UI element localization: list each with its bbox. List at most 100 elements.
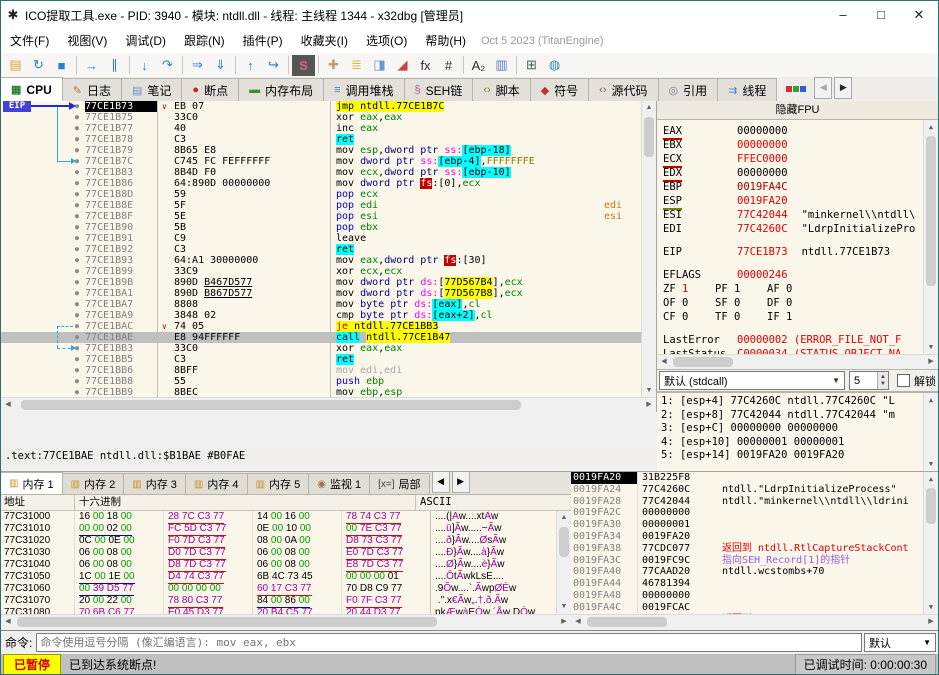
tab-CPU[interactable]: ▦ CPU [1, 77, 63, 101]
patches-icon[interactable]: ✚ [322, 55, 345, 76]
stack-row[interactable]: 0019FA34 0019FA20 [571, 530, 938, 543]
dump-tab-内存 1[interactable]: ▥ 内存 1 [1, 472, 63, 494]
dump-row[interactable]: 77C31040 06 00 08 00 D8 7D C3 77 06 00 08 0… [1, 559, 571, 572]
dump-vscrollbar[interactable]: ▲ ▼ [556, 511, 571, 614]
disasm-row[interactable]: ● 77CE1B8D 59 pop ecx [1, 189, 642, 200]
dump-tab-内存 3[interactable]: ▥ 内存 3 [123, 473, 186, 494]
register-row[interactable]: LastError 00000002 (ERROR_FILE_NOT_F [663, 333, 938, 347]
disasm-row[interactable]: ● 77CE1B8F 5E pop esi esi [1, 211, 642, 222]
register-row[interactable]: EFLAGS 00000246 [663, 268, 938, 282]
disasm-row[interactable]: ● 77CE1B86 64:890D 00000000 mov dword ptr f… [1, 178, 642, 189]
argument-row[interactable]: 1: [esp+4] 77C4260C ntdll.77C4260C "L [661, 395, 938, 409]
flags-row[interactable]: ZF 1 PF 1 AF 0 [663, 282, 938, 296]
open-file-icon[interactable]: ▤ [4, 55, 27, 76]
menu-item-2[interactable]: 调试(D) [116, 29, 175, 53]
ascii-table-icon[interactable]: A₂ [467, 55, 490, 76]
stack-row[interactable]: 0019FA40 77CAAD20 ntdll.wcstombs+70 [571, 566, 938, 579]
register-row[interactable]: EAX 00000000 [663, 124, 938, 140]
dump-row[interactable]: 77C31050 1C 00 1E 00 D4 74 C3 77 6B 4C 73 4… [1, 571, 571, 584]
stack-row[interactable]: 0019FA20 31B225F8 [571, 472, 938, 484]
dump-row[interactable]: 77C31020 0C 00 0E 00 F0 7D C3 77 08 00 0A 0… [1, 535, 571, 548]
run-to-user-code-icon[interactable]: ↑ [239, 55, 262, 76]
disasm-row[interactable]: ● 77CE1B83 8B4D F0 mov ecx,dword ptr ss:[eb… [1, 167, 642, 178]
hash-icon[interactable]: # [437, 55, 460, 76]
stop-icon[interactable]: ■ [50, 55, 73, 76]
arguments-vscrollbar[interactable]: ▲ ▼ [923, 393, 938, 471]
disasm-row[interactable]: ● 77CE1B78 C3 ret [1, 134, 642, 145]
close-button[interactable]: ✕ [900, 2, 938, 28]
disasm-row[interactable]: ● 77CE1B91 C9 leave [1, 233, 642, 244]
restart-icon[interactable]: ↻ [27, 55, 50, 76]
disasm-row[interactable]: ● 77CE1B77 40 inc eax [1, 123, 642, 134]
stack-hscrollbar[interactable]: ◀ ▶ [571, 614, 938, 628]
disasm-row[interactable]: ● 77CE1BB3 33C0 xor eax,eax [1, 343, 642, 354]
dump-tab-内存 5[interactable]: ▥ 内存 5 [246, 473, 310, 494]
menu-item-6[interactable]: 选项(O) [357, 29, 416, 53]
tab-调用堆栈[interactable]: ≡ 调用堆栈 [323, 78, 405, 101]
argument-row[interactable]: 4: [esp+10] 00000001 00000001 [661, 436, 938, 450]
run-icon[interactable]: → [80, 55, 103, 76]
register-row[interactable]: EDX 00000000 [663, 166, 938, 182]
disasm-row[interactable]: ● 77CE1B8E 5F pop edi edi [1, 200, 642, 211]
dump-tab-scroll-right[interactable]: ▶ [451, 472, 470, 493]
stack-row[interactable]: 0019FA48 00000000 [571, 589, 938, 602]
dump-row[interactable]: 77C31000 16 00 18 00 28 7C C3 77 14 00 16 0… [1, 511, 571, 524]
register-row[interactable]: EBP 0019FA4C [663, 180, 938, 194]
hide-fpu-button[interactable]: 隐藏FPU [657, 101, 938, 120]
disasm-row[interactable]: ● 77CE1B73 ∨ EB 07 jmp ntdll.77CE1B7C [1, 101, 642, 112]
menu-item-1[interactable]: 视图(V) [58, 29, 116, 53]
disasm-row[interactable]: ● 77CE1BAE E8 94FFFFFF call ntdll.77CE1B47 [1, 332, 642, 343]
modules-cubes-icon[interactable] [785, 79, 806, 97]
registers-hscrollbar[interactable]: ◀ ▶ [657, 354, 938, 369]
disasm-row[interactable]: ● 77CE1BB8 55 push ebp [1, 376, 642, 387]
seh-chain-icon[interactable]: S [292, 54, 315, 76]
disasm-row[interactable]: ● 77CE1BA7 8808 mov byte ptr ds:[eax],cl [1, 299, 642, 310]
stack-rows[interactable]: ▲ ▼ 0019FA20 31B225F8 0019FA24 77C4260C ntdl… [571, 472, 938, 614]
disasm-row[interactable]: ● 77CE1B7C C745 FC FEFFFFFF mov dword ptr s… [1, 156, 642, 167]
stack-row[interactable]: 0019FA2C 00000000 [571, 507, 938, 520]
fx-icon[interactable]: fx [414, 55, 437, 76]
registers-list[interactable]: ▲ ▼ EAX 00000000 EBX 00000000 ECX FFEC0000 EDX… [657, 120, 938, 354]
comments-icon[interactable]: ≣ [345, 55, 368, 76]
calling-convention-select[interactable]: 默认 (stdcall) ▼ [659, 371, 845, 390]
stack-row[interactable]: 0019FA3C 0019FC9C 指向SEH_Record[1]的指针 [571, 554, 938, 567]
tab-引用[interactable]: ◎ 引用 [657, 78, 719, 101]
dump-rows[interactable]: ▲ ▼ 77C31000 16 00 18 00 28 7C C3 77 14 00 … [1, 511, 571, 614]
command-input[interactable] [36, 633, 862, 652]
flags-row[interactable]: CF 0 TF 0 IF 1 [663, 310, 938, 324]
dump-tab-内存 4[interactable]: ▥ 内存 4 [184, 473, 248, 494]
disasm-vscrollbar[interactable]: ▲ ▼ [641, 101, 656, 398]
registers-vscrollbar[interactable]: ▲ ▼ [923, 120, 938, 354]
minimize-button[interactable]: – [824, 2, 862, 28]
step-out-icon[interactable]: ⇓ [209, 55, 232, 76]
disassembly-pane[interactable]: ● 77CE1B73 ∨ EB 07 jmp ntdll.77CE1B7C ● 77CE1B… [1, 101, 657, 412]
disasm-row[interactable]: ● 77CE1B90 5B pop ebx [1, 222, 642, 233]
register-row[interactable]: EIP 77CE1B73 ntdll.77CE1B73 [663, 245, 938, 259]
breakpoint-eraser-icon[interactable]: ◢ [391, 55, 414, 76]
register-row[interactable]: EDI 77C4260C "LdrpInitializePro [663, 222, 938, 236]
tab-内存布局[interactable]: ▬ 内存布局 [238, 78, 325, 101]
unlock-checkbox[interactable] [897, 374, 910, 387]
maximize-button[interactable]: □ [862, 2, 900, 28]
disasm-row[interactable]: ● 77CE1B92 C3 ret [1, 244, 642, 255]
command-profile-select[interactable]: 默认 ▼ [864, 633, 936, 652]
arg-count-spinner[interactable]: 5 ▲ ▼ [849, 371, 889, 390]
disasm-row[interactable]: ● 77CE1BB6 8BFF mov edi,edi [1, 365, 642, 376]
stack-row[interactable]: 0019FA28 77C42044 ntdll."minkernel\\ntdll\… [571, 495, 938, 508]
disasm-row[interactable]: ● 77CE1B75 33C0 xor eax,eax [1, 112, 642, 123]
step-into-icon[interactable]: ↓ [133, 55, 156, 76]
register-row[interactable]: LastStatus C0000034 (STATUS_OBJECT_NA [663, 347, 938, 354]
disasm-row[interactable]: ● 77CE1B79 8B65 E8 mov esp,dword ptr ss:[eb… [1, 145, 642, 156]
argument-row[interactable]: 3: [esp+C] 00000000 00000000 [661, 422, 938, 436]
disasm-row[interactable]: ● 77CE1B93 64:A1 30000000 mov eax,dword ptr… [1, 255, 642, 266]
disasm-row[interactable]: ● 77CE1B9B 890D B467D577 mov dword ptr ds:[… [1, 277, 642, 288]
dump-row[interactable]: 77C31060 00 39 D5 77 00 00 00 00 60 17 C3 7… [1, 583, 571, 596]
register-row[interactable]: EBX 00000000 [663, 138, 938, 152]
step-over-icon[interactable]: ↷ [156, 55, 179, 76]
tab-脚本[interactable]: ‹› 脚本 [472, 78, 531, 101]
tab-断点[interactable]: ● 断点 [181, 78, 240, 101]
stack-row[interactable]: 0019FA30 00000001 [571, 519, 938, 531]
dump-tab-监视 1[interactable]: ◉ 监视 1 [308, 473, 371, 494]
disasm-row[interactable]: ● 77CE1BAC ∨ 74 05 je ntdll.77CE1BB3 [1, 321, 642, 332]
attach-icon[interactable]: ▥ [490, 55, 513, 76]
